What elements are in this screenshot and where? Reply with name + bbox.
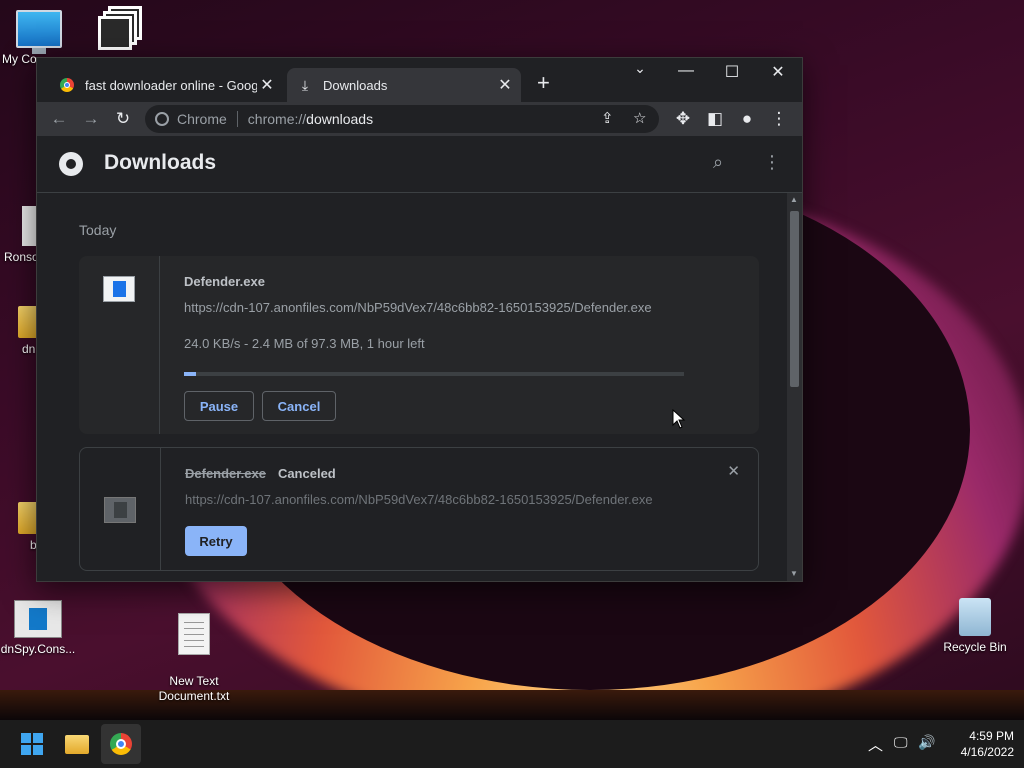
folder-icon	[65, 734, 89, 754]
google-icon	[59, 77, 75, 93]
cancel-button[interactable]: Cancel	[262, 391, 336, 421]
exe-file-icon	[103, 276, 135, 302]
download-url[interactable]: https://cdn-107.anonfiles.com/NbP59dVex7…	[184, 300, 652, 315]
recycle-bin-icon	[959, 598, 991, 636]
chrome-site-chip: Chrome	[155, 111, 227, 127]
minimize-button[interactable]: —	[671, 62, 701, 80]
scroll-up-arrow-icon[interactable]: ▲	[790, 195, 798, 204]
forward-button[interactable]: →	[79, 108, 103, 130]
profile-avatar-icon[interactable]: ●	[735, 108, 759, 130]
taskbar: ︿ 🖵 🔊 4:59 PM 4/16/2022	[0, 720, 1024, 768]
desktop-icon-new-text-document[interactable]: New Text Document.txt	[152, 598, 236, 719]
downloads-page: Downloads ⌕ ⋮ Today Defender.exe https:/…	[37, 136, 802, 581]
address-bar[interactable]: Chrome chrome://downloads ⇪ ☆	[145, 105, 659, 133]
search-icon[interactable]: ⌕	[713, 152, 723, 173]
tab-google-search[interactable]: fast downloader online - Google ✕	[49, 68, 283, 102]
date-section-heading: Today	[79, 222, 117, 238]
side-panel-icon[interactable]: ◧	[703, 108, 727, 130]
start-button[interactable]	[12, 724, 52, 764]
windows-stack-icon	[98, 6, 142, 50]
show-hidden-icons-chevron[interactable]: ︿	[868, 734, 883, 755]
close-tab-icon[interactable]: ✕	[495, 75, 515, 95]
maximize-button[interactable]: ☐	[717, 62, 747, 82]
clock-time: 4:59 PM	[969, 729, 1014, 743]
text-document-icon	[178, 613, 210, 655]
tab-strip: fast downloader online - Google ✕ ⤓ Down…	[37, 58, 802, 102]
scroll-down-arrow-icon[interactable]: ▼	[790, 569, 798, 578]
download-url[interactable]: https://cdn-107.anonfiles.com/NbP59dVex7…	[185, 492, 653, 507]
download-item-active: Defender.exe https://cdn-107.anonfiles.c…	[79, 256, 759, 434]
desktop-icon-dnspy[interactable]: dnSpy.Cons...	[0, 600, 80, 657]
share-icon[interactable]: ⇪	[601, 109, 614, 127]
close-window-button[interactable]: ✕	[763, 62, 793, 82]
network-icon[interactable]: 🖵	[894, 734, 908, 751]
page-title: Downloads	[104, 151, 217, 174]
dnspy-icon	[14, 600, 62, 638]
browser-toolbar: ← → ↻ Chrome chrome://downloads ⇪ ☆ ✥ ◧ …	[37, 102, 802, 136]
download-icon: ⤓	[301, 76, 309, 93]
download-item-canceled: Defender.exe Canceled ✕ https://cdn-107.a…	[79, 447, 759, 571]
retry-button[interactable]: Retry	[185, 526, 247, 556]
chrome-window: fast downloader online - Google ✕ ⤓ Down…	[36, 57, 803, 582]
url-text: chrome://downloads	[247, 111, 374, 127]
scrollbar-thumb[interactable]	[790, 211, 799, 387]
download-filename[interactable]: Defender.exe	[185, 466, 266, 481]
download-filename[interactable]: Defender.exe	[184, 274, 265, 289]
download-state-label: Canceled	[277, 466, 336, 481]
chrome-logo-icon	[155, 112, 169, 126]
system-clock[interactable]: 4:59 PM 4/16/2022	[944, 728, 1014, 760]
windows-logo-icon	[21, 733, 43, 755]
close-tab-icon[interactable]: ✕	[257, 75, 277, 95]
file-icon	[22, 206, 36, 246]
tab-search-chevron-icon[interactable]: ⌄	[625, 60, 655, 77]
clock-date: 4/16/2022	[960, 745, 1014, 759]
tab-downloads[interactable]: ⤓ Downloads ✕	[287, 68, 521, 102]
bookmark-star-icon[interactable]: ☆	[633, 109, 646, 127]
file-explorer-button[interactable]	[57, 724, 97, 764]
chrome-logo-icon	[59, 152, 83, 176]
volume-icon[interactable]: 🔊	[918, 734, 935, 751]
exe-file-icon	[104, 497, 136, 523]
computer-icon	[16, 10, 62, 54]
page-scrollbar[interactable]: ▲ ▼	[787, 193, 802, 581]
desktop-icon-recycle-bin[interactable]: Recycle Bin	[933, 598, 1017, 655]
download-status: 24.0 KB/s - 2.4 MB of 97.3 MB, 1 hour le…	[184, 336, 425, 351]
desktop-icon-window[interactable]	[76, 6, 160, 50]
new-tab-button[interactable]: +	[537, 72, 550, 94]
progress-fill	[184, 372, 197, 376]
downloads-list: Today Defender.exe https://cdn-107.anonf…	[37, 193, 787, 581]
more-menu-icon[interactable]: ⋮	[767, 108, 791, 130]
chrome-taskbar-button[interactable]	[101, 724, 141, 764]
reload-button[interactable]: ↻	[111, 108, 135, 130]
pause-button[interactable]: Pause	[184, 391, 254, 421]
remove-from-list-icon[interactable]: ✕	[727, 462, 740, 480]
more-options-icon[interactable]: ⋮	[763, 152, 781, 173]
mouse-cursor-icon	[672, 409, 686, 429]
download-progress-bar	[184, 372, 684, 376]
chrome-icon	[110, 733, 132, 755]
back-button[interactable]: ←	[47, 108, 71, 130]
downloads-header: Downloads ⌕ ⋮	[37, 136, 802, 193]
extensions-puzzle-icon[interactable]: ✥	[671, 108, 695, 130]
